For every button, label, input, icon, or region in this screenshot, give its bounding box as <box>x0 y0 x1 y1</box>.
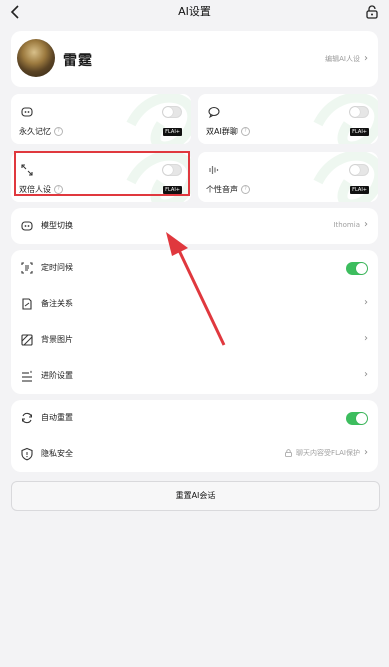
chevron-right-icon: › <box>364 219 368 230</box>
adv-chevron-wrap: › <box>364 369 368 380</box>
bg-chevron-wrap: › <box>364 333 368 344</box>
model-switch-label: 模型切换 <box>41 221 73 230</box>
memory-icon <box>21 107 33 117</box>
highlight-box <box>14 151 190 196</box>
remark-relation-label: 备注关系 <box>41 299 73 308</box>
permanent-memory-toggle[interactable] <box>162 106 182 118</box>
privacy-note-wrap: 聊天内容受FLAI保护 › <box>285 447 368 458</box>
background-image-label: 背景图片 <box>41 335 73 344</box>
model-switch-card: 模型切换 Ithomia › <box>11 208 378 244</box>
profile-name: 雷霆 <box>63 53 93 69</box>
model-value-wrap: Ithomia › <box>333 219 368 230</box>
chevron-right-icon: › <box>364 297 368 308</box>
background-image-row[interactable]: 背景图片 › <box>11 322 378 358</box>
image-pattern-icon <box>21 334 33 346</box>
privacy-note: 聊天内容受FLAI保护 <box>296 448 360 457</box>
flai-plus-badge: FLAI+ <box>350 186 369 194</box>
chevron-right-icon: › <box>364 369 368 380</box>
shield-icon <box>21 447 33 461</box>
personal-voice-label: 个性音声 <box>206 185 238 194</box>
auto-reset-row[interactable]: 自动重置 <box>11 400 378 436</box>
scheduled-greeting-row[interactable]: 定时问候 <box>11 250 378 286</box>
remark-chevron-wrap: › <box>364 297 368 308</box>
scheduled-greeting-label: 定时问候 <box>41 263 73 272</box>
tile-label-wrap: 永久记忆 ? <box>19 126 63 137</box>
settings-card: 定时问候 备注关系 › 背景图片 › 进阶设置 › <box>11 250 378 394</box>
tile-label-wrap: 双AI群聊 ? <box>206 126 250 137</box>
help-icon[interactable]: ? <box>241 185 250 194</box>
tile-dual-ai-chat[interactable]: 双AI群聊 ? FLAI+ <box>198 94 378 144</box>
chevron-right-icon: › <box>364 53 368 64</box>
scheduled-greeting-toggle[interactable] <box>346 262 368 275</box>
privacy-card: 自动重置 隐私安全 聊天内容受FLAI保护 › <box>11 400 378 472</box>
flai-plus-badge: FLAI+ <box>350 128 369 136</box>
auto-reset-label: 自动重置 <box>41 413 73 422</box>
auto-reset-toggle[interactable] <box>346 412 368 425</box>
permanent-memory-label: 永久记忆 <box>19 127 51 136</box>
decor-icon <box>313 152 378 202</box>
avatar <box>17 39 55 77</box>
small-lock-icon <box>285 448 292 457</box>
note-icon <box>22 298 32 310</box>
page-title: AI设置 <box>178 5 211 18</box>
decor-icon <box>126 94 191 144</box>
model-value: Ithomia <box>333 220 360 229</box>
tile-personal-voice[interactable]: 个性音声 ? FLAI+ <box>198 152 378 202</box>
reset-ai-session-button[interactable]: 重置AI会话 <box>11 481 380 511</box>
profile-card[interactable]: 雷霆 编辑AI人设 › <box>11 31 378 87</box>
help-icon[interactable]: ? <box>54 127 63 136</box>
clock-icon <box>21 262 33 274</box>
dual-ai-chat-label: 双AI群聊 <box>206 127 238 136</box>
tile-label-wrap: 个性音声 ? <box>206 184 250 195</box>
decor-icon <box>313 94 378 144</box>
voice-icon <box>209 166 219 174</box>
privacy-security-label: 隐私安全 <box>41 449 73 458</box>
model-icon <box>21 221 33 231</box>
lock-icon[interactable] <box>364 4 380 20</box>
chevron-right-icon: › <box>364 447 368 458</box>
tile-permanent-memory[interactable]: 永久记忆 ? FLAI+ <box>11 94 191 144</box>
top-bar: AI设置 <box>0 0 389 24</box>
help-icon[interactable]: ? <box>240 127 250 136</box>
flai-plus-badge: FLAI+ <box>163 128 182 136</box>
remark-relation-row[interactable]: 备注关系 › <box>11 286 378 322</box>
edit-persona-label: 编辑AI人设 <box>325 54 360 63</box>
edit-persona-link[interactable]: 编辑AI人设 › <box>325 53 368 64</box>
dual-ai-chat-toggle[interactable] <box>349 106 369 118</box>
chat-icon <box>208 106 220 119</box>
refresh-icon <box>21 412 33 424</box>
advanced-settings-label: 进阶设置 <box>41 371 73 380</box>
chevron-right-icon: › <box>364 333 368 344</box>
advanced-settings-row[interactable]: 进阶设置 › <box>11 358 378 394</box>
privacy-security-row[interactable]: 隐私安全 聊天内容受FLAI保护 › <box>11 436 378 472</box>
model-switch-row[interactable]: 模型切换 Ithomia › <box>11 208 378 244</box>
personal-voice-toggle[interactable] <box>349 164 369 176</box>
sliders-icon <box>22 370 32 382</box>
